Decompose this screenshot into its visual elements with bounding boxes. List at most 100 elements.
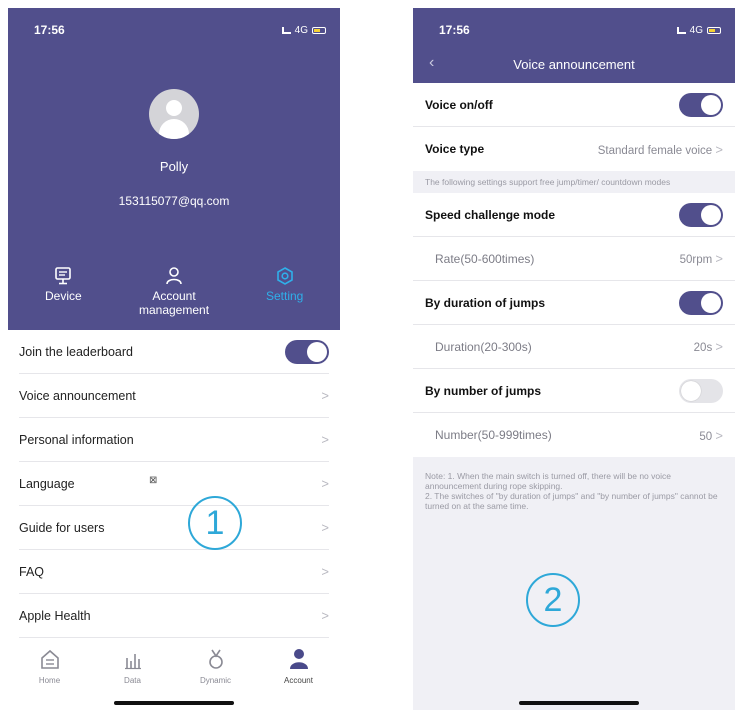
chevron-right-icon: > xyxy=(321,564,329,579)
status-bar: 17:56 4G xyxy=(413,8,735,52)
mode-support-note: The following settings support free jump… xyxy=(425,177,671,187)
rate-value-wrap: 50rpm > xyxy=(680,251,723,266)
voice-onoff-row[interactable]: Voice on/off xyxy=(413,83,735,127)
duration-label: Duration(20-300s) xyxy=(435,339,532,354)
avatar[interactable] xyxy=(149,89,199,139)
avatar-head xyxy=(166,100,182,116)
status-indicators: 4G xyxy=(676,24,721,36)
voice-settings-top: Voice on/off Voice type Standard female … xyxy=(413,83,735,171)
footnote-1: Note: 1. When the main switch is turned … xyxy=(425,471,671,491)
broken-image-icon: ⊠ xyxy=(149,475,158,486)
tabbar-home-label: Home xyxy=(38,676,61,685)
mode-settings: Speed challenge mode Rate(50-600times) 5… xyxy=(413,193,735,457)
tab-setting-label: Setting xyxy=(266,289,304,303)
number-label: Number(50-999times) xyxy=(435,428,552,442)
tabbar-dynamic-label: Dynamic xyxy=(199,676,232,685)
apple-health-row[interactable]: Apple Health > xyxy=(19,594,329,638)
voice-type-value: Standard female voice xyxy=(597,144,713,157)
chevron-right-icon: > xyxy=(715,141,723,157)
guide-label: Guide for users xyxy=(19,520,105,535)
language-label: Language xyxy=(19,476,75,491)
chevron-right-icon: > xyxy=(321,388,329,403)
profile-header: 17:56 4G Polly 153115077@qq.com Device A… xyxy=(8,8,340,330)
guide-row[interactable]: Guide for users > xyxy=(19,506,329,550)
bottom-tab-bar: Home Data Dynamic Account xyxy=(8,648,340,685)
faq-label: FAQ xyxy=(19,564,45,579)
nav-header: 17:56 4G ‹ Voice announcement xyxy=(413,8,735,83)
duration-mode-row[interactable]: By duration of jumps xyxy=(413,281,735,325)
duration-value-wrap: 20s > xyxy=(694,339,723,354)
number-value: 50 xyxy=(699,430,713,443)
chevron-right-icon: > xyxy=(321,608,329,623)
number-mode-toggle[interactable] xyxy=(679,378,723,403)
duration-row[interactable]: Duration(20-300s) 20s > xyxy=(413,325,735,369)
tabbar-account[interactable]: Account xyxy=(257,648,340,685)
tab-account-label: Account management xyxy=(138,289,210,317)
voice-announcement-label: Voice announcement xyxy=(19,388,136,403)
tabbar-home[interactable]: Home xyxy=(8,648,91,685)
top-tabs: Device Account management Setting xyxy=(8,266,340,317)
tabbar-data[interactable]: Data xyxy=(91,648,174,685)
battery-icon xyxy=(312,26,326,34)
chevron-right-icon: > xyxy=(321,432,329,447)
number-row[interactable]: Number(50-999times) 50 > xyxy=(413,413,735,457)
duration-mode-toggle[interactable] xyxy=(679,290,723,315)
network-label: 4G xyxy=(689,24,703,36)
voice-announcement-screen: 17:56 4G ‹ Voice announcement Voice on/o… xyxy=(413,8,735,710)
footnote-2: 2. The switches of "by duration of jumps… xyxy=(425,491,718,511)
home-icon xyxy=(40,649,59,669)
tab-device[interactable]: Device xyxy=(8,266,119,317)
status-indicators: 4G xyxy=(281,24,326,36)
medal-icon xyxy=(208,649,223,669)
tabbar-data-label: Data xyxy=(124,676,141,685)
status-time: 17:56 xyxy=(439,23,470,37)
avatar-body xyxy=(159,119,189,139)
gear-icon xyxy=(276,267,293,285)
status-time: 17:56 xyxy=(34,23,65,37)
chevron-right-icon: > xyxy=(321,476,329,491)
apple-health-label: Apple Health xyxy=(19,608,91,623)
page-title: Voice announcement xyxy=(513,57,635,72)
number-mode-row[interactable]: By number of jumps xyxy=(413,369,735,413)
number-value-wrap: 50 > xyxy=(699,428,723,443)
leaderboard-label: Join the leaderboard xyxy=(19,344,133,359)
tab-device-label: Device xyxy=(44,289,82,303)
voice-type-row[interactable]: Voice type Standard female voice > xyxy=(413,127,735,171)
chevron-right-icon: > xyxy=(321,520,329,535)
speed-mode-toggle[interactable] xyxy=(679,202,723,227)
settings-screen: 17:56 4G Polly 153115077@qq.com Device A… xyxy=(8,8,340,710)
signal-icon xyxy=(281,26,291,34)
user-email: 153115077@qq.com xyxy=(118,194,230,208)
faq-row[interactable]: FAQ > xyxy=(19,550,329,594)
callout-number-1: 1 xyxy=(188,496,242,550)
network-label: 4G xyxy=(294,24,308,36)
speed-mode-label: Speed challenge mode xyxy=(425,207,556,222)
duration-mode-label: By duration of jumps xyxy=(425,295,545,310)
voice-announcement-row[interactable]: Voice announcement > xyxy=(19,374,329,418)
personal-information-row[interactable]: Personal information > xyxy=(19,418,329,462)
number-mode-label: By number of jumps xyxy=(425,383,542,398)
voice-onoff-toggle[interactable] xyxy=(679,92,723,117)
signal-icon xyxy=(676,26,686,34)
person-icon xyxy=(289,649,308,669)
battery-icon xyxy=(707,26,721,34)
rate-row[interactable]: Rate(50-600times) 50rpm > xyxy=(413,237,735,281)
voice-onoff-label: Voice on/off xyxy=(425,97,493,112)
home-indicator xyxy=(114,701,234,705)
leaderboard-toggle[interactable] xyxy=(285,339,329,364)
monitor-icon xyxy=(55,267,72,285)
tab-setting[interactable]: Setting xyxy=(229,266,340,317)
leaderboard-row[interactable]: Join the leaderboard xyxy=(19,330,329,374)
tabbar-dynamic[interactable]: Dynamic xyxy=(174,648,257,685)
chevron-right-icon: > xyxy=(715,251,723,266)
user-name: Polly xyxy=(159,159,189,174)
person-icon xyxy=(166,267,182,285)
language-row[interactable]: Language ⊠ > xyxy=(19,462,329,506)
speed-mode-row[interactable]: Speed challenge mode xyxy=(413,193,735,237)
tab-account-management[interactable]: Account management xyxy=(119,266,230,317)
chevron-right-icon: > xyxy=(715,339,723,354)
bar-chart-icon xyxy=(124,654,141,670)
voice-type-value-wrap: Standard female voice > xyxy=(598,142,723,157)
home-indicator xyxy=(519,701,639,705)
duration-value: 20s xyxy=(693,342,713,354)
